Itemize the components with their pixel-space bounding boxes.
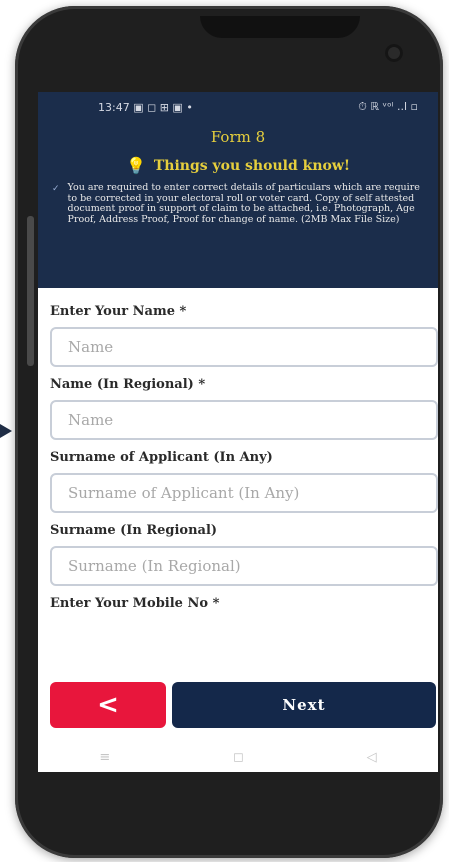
- surname-label: Surname of Applicant (In Any): [50, 450, 273, 465]
- things-heading: 💡 Things you should know!: [38, 156, 438, 175]
- name-input[interactable]: Name: [50, 327, 438, 367]
- back-button[interactable]: <: [50, 682, 166, 728]
- app-screen: 13:47 ▣ ◻ ⊞ ▣ • ⏱ ℝ ᵛᵒˡ ..l ▫ Form 8 💡 T…: [38, 92, 438, 772]
- surname-regional-label: Surname (In Regional): [50, 523, 218, 538]
- action-buttons: < Next: [38, 682, 438, 730]
- next-button[interactable]: Next: [172, 682, 436, 728]
- phone-speaker: [200, 16, 360, 38]
- status-bar: 13:47 ▣ ◻ ⊞ ▣ • ⏱ ℝ ᵛᵒˡ ..l ▫: [38, 92, 438, 122]
- surname-regional-input[interactable]: Surname (In Regional): [50, 546, 438, 586]
- pointer-arrow: [0, 424, 12, 438]
- mobile-label: Enter Your Mobile No *: [50, 596, 220, 611]
- regional-name-label: Name (In Regional) *: [50, 377, 206, 392]
- status-left: 13:47 ▣ ◻ ⊞ ▣ •: [98, 101, 193, 114]
- regional-name-input[interactable]: Name: [50, 400, 438, 440]
- form-header: 13:47 ▣ ◻ ⊞ ▣ • ⏱ ℝ ᵛᵒˡ ..l ▫ Form 8 💡 T…: [38, 92, 438, 288]
- form-body: Enter Your Name * Name Name (In Regional…: [38, 288, 438, 611]
- things-title: Things you should know!: [153, 157, 351, 174]
- nav-back-icon[interactable]: ◁: [367, 750, 377, 765]
- status-right-icons: ⏱ ℝ ᵛᵒˡ ..l ▫: [358, 100, 418, 113]
- check-icon: ✓: [52, 184, 60, 194]
- phone-side-button: [27, 216, 34, 366]
- surname-input[interactable]: Surname of Applicant (In Any): [50, 473, 438, 513]
- name-placeholder: Name: [68, 338, 114, 356]
- status-time: 13:47: [98, 100, 130, 114]
- surname-regional-placeholder: Surname (In Regional): [68, 557, 241, 575]
- system-navbar: ≡ ◻ ◁: [38, 742, 438, 772]
- name-label: Enter Your Name *: [50, 304, 187, 319]
- recent-apps-icon[interactable]: ≡: [99, 750, 110, 765]
- front-camera: [385, 44, 403, 62]
- next-label: Next: [282, 696, 326, 714]
- page-title: Form 8: [210, 128, 266, 146]
- home-icon[interactable]: ◻: [233, 750, 244, 765]
- notice-block: ✓ You are required to enter correct deta…: [38, 175, 438, 225]
- notice-text: You are required to enter correct detail…: [67, 182, 420, 225]
- chevron-left-icon: <: [97, 690, 119, 720]
- status-left-icons: ▣ ◻ ⊞ ▣ •: [133, 100, 193, 114]
- surname-placeholder: Surname of Applicant (In Any): [68, 484, 300, 502]
- regional-name-placeholder: Name: [68, 411, 114, 429]
- lightbulb-icon: 💡: [125, 156, 146, 175]
